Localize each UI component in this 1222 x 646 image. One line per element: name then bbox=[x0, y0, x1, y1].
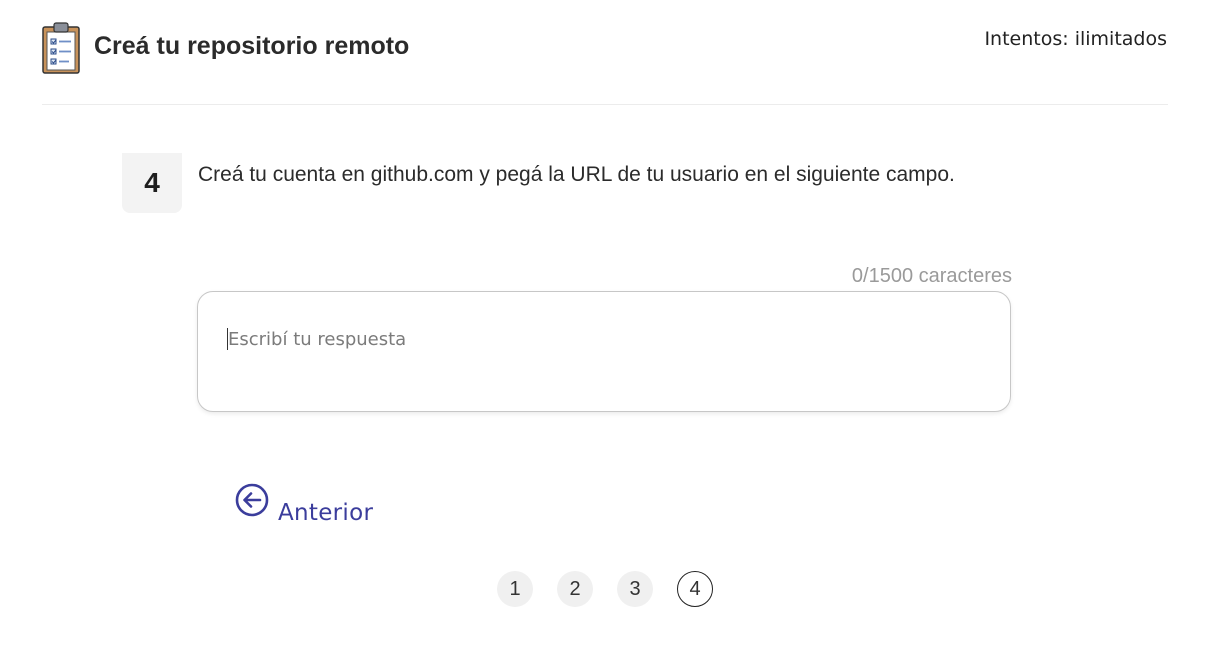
page-2-button[interactable]: 2 bbox=[557, 571, 593, 607]
attempts-label: Intentos: ilimitados bbox=[984, 28, 1167, 50]
page-3-button[interactable]: 3 bbox=[617, 571, 653, 607]
page-1-button[interactable]: 1 bbox=[497, 571, 533, 607]
page-title: Creá tu repositorio remoto bbox=[94, 32, 410, 60]
question-text: Creá tu cuenta en github.com y pegá la U… bbox=[198, 163, 955, 186]
answer-input[interactable] bbox=[228, 324, 978, 354]
arrow-left-circle-icon bbox=[235, 483, 269, 517]
previous-button[interactable]: Anterior bbox=[235, 483, 374, 526]
previous-label: Anterior bbox=[278, 500, 374, 526]
answer-box[interactable] bbox=[197, 291, 1011, 412]
page-4-button[interactable]: 4 bbox=[677, 571, 713, 607]
clipboard-checklist-icon bbox=[42, 22, 80, 74]
pagination: 1 2 3 4 bbox=[497, 571, 713, 607]
question-number: 4 bbox=[122, 153, 182, 213]
quiz-page: Creá tu repositorio remoto Intentos: ili… bbox=[0, 0, 1222, 646]
character-counter: 0/1500 caracteres bbox=[851, 265, 1012, 287]
header-divider bbox=[42, 104, 1168, 105]
text-caret bbox=[227, 328, 228, 350]
